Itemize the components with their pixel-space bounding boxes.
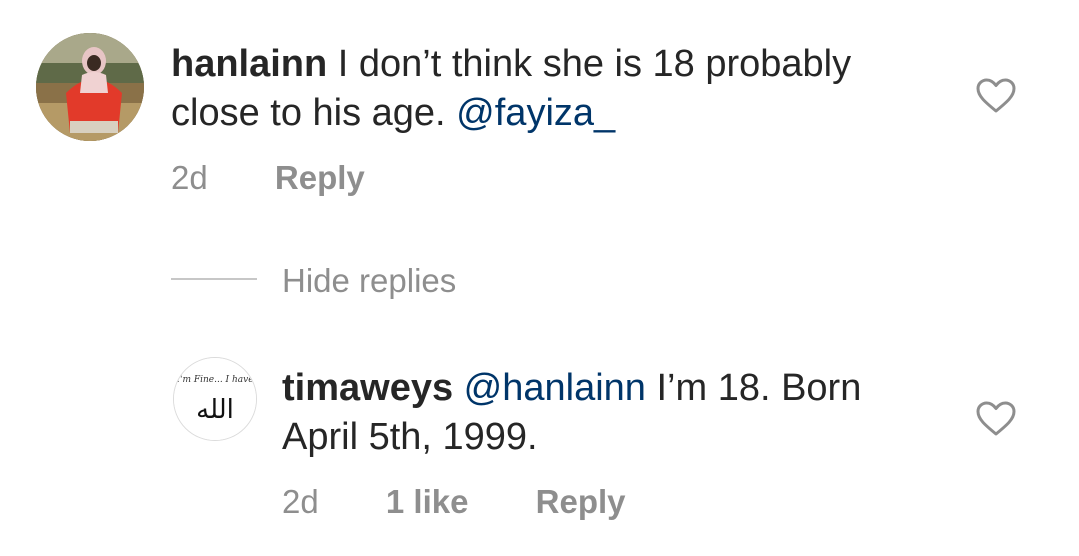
hide-replies-button[interactable]: Hide replies [282, 261, 456, 301]
comment-mention[interactable]: @fayiza_ [456, 92, 615, 134]
comment-body-timaweys: timaweys @hanlainn I’m 18. Born April 5t… [282, 364, 932, 462]
comment-timestamp: 2d [282, 483, 319, 520]
comment-username[interactable]: timaweys [282, 367, 453, 409]
avatar-timaweys[interactable]: I'm Fine... I have الله [173, 357, 257, 441]
comment-meta-hanlainn: 2d Reply [171, 158, 365, 198]
likes-count-button[interactable]: 1 like [386, 483, 469, 520]
avatar-photo [36, 33, 144, 141]
reply-button[interactable]: Reply [536, 483, 626, 520]
comment-username[interactable]: hanlainn [171, 43, 327, 85]
like-icon [976, 401, 1016, 436]
comment-timestamp: 2d [171, 159, 208, 196]
avatar-caption: I'm Fine... I have [175, 375, 253, 385]
comment-mention[interactable]: @hanlainn [464, 367, 646, 409]
comment-body-hanlainn: hanlainn I don’t think she is 18 probabl… [171, 40, 931, 138]
comment-meta-timaweys: 2d 1 like Reply [282, 482, 626, 522]
heart-outline-icon[interactable] [976, 78, 1016, 114]
replies-divider [171, 278, 257, 280]
reply-button[interactable]: Reply [275, 159, 365, 196]
heart-outline-icon[interactable] [976, 401, 1016, 437]
avatar-hanlainn[interactable] [36, 33, 144, 141]
avatar-logo: I'm Fine... I have الله [174, 358, 256, 440]
like-icon [976, 78, 1016, 113]
avatar-arabic: الله [196, 395, 234, 425]
